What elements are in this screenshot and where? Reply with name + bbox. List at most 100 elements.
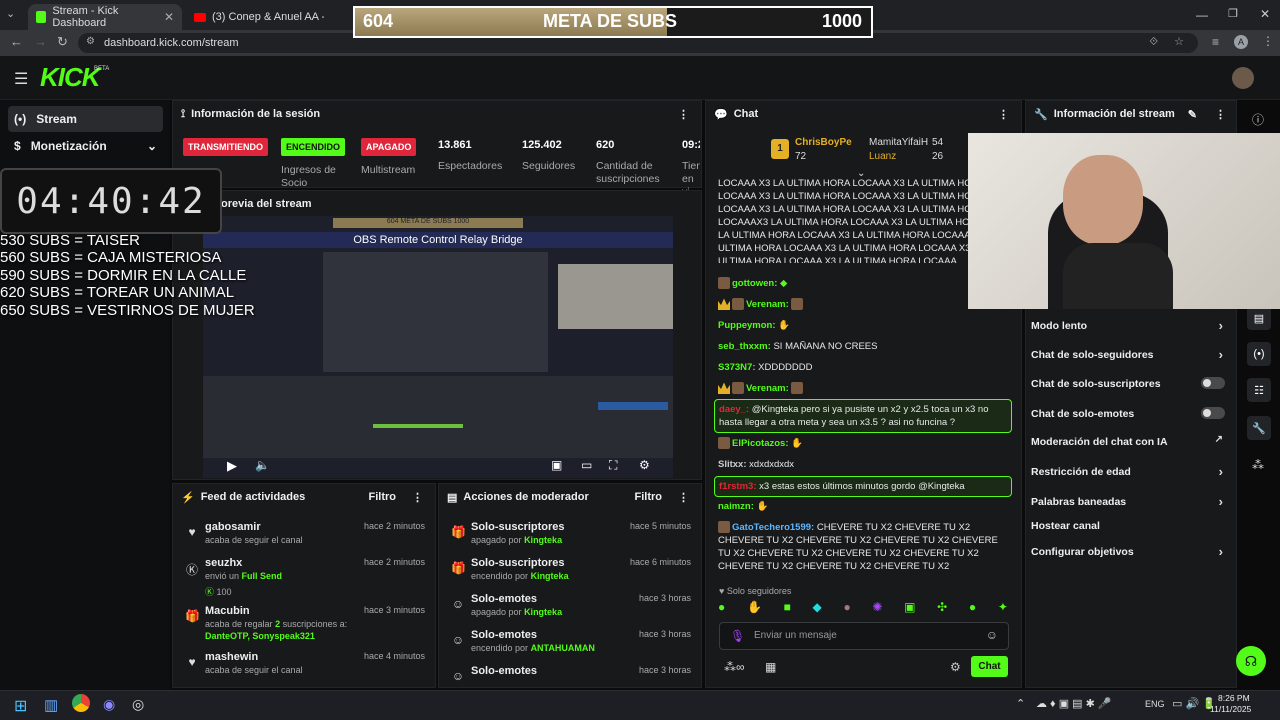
close-window-icon[interactable]: ✕: [1260, 7, 1270, 21]
emote-bar[interactable]: ● ✋ ■ ◆ ● ✺ ▣ ✣ ● ✦: [718, 600, 1008, 616]
setting-subs-only[interactable]: Chat de solo-suscriptores: [1031, 377, 1231, 390]
leader2-name[interactable]: MamitaYifaiH: [869, 137, 928, 148]
hamburger-menu-icon[interactable]: ☰: [14, 69, 28, 89]
kick-header: [0, 56, 1280, 100]
rail-mod-icon[interactable]: ☷: [1247, 378, 1271, 402]
feed-user[interactable]: seuzhx: [205, 557, 242, 569]
feed-user[interactable]: mashewin: [205, 651, 258, 663]
volume-icon[interactable]: 🔈: [255, 458, 270, 472]
taskbar-date[interactable]: 11/11/2025: [1210, 704, 1251, 714]
setting-slow-mode[interactable]: Modo lento ›: [1031, 318, 1231, 333]
mini-subs-bar: 604 META DE SUBS 1000: [333, 218, 523, 228]
followers-label: Seguidores: [522, 160, 576, 172]
mod-header: ▤ Acciones de moderador Filtro ⋮: [439, 484, 701, 510]
forward-icon[interactable]: →: [34, 34, 47, 49]
obs-icon[interactable]: ◎: [132, 696, 144, 713]
reload-icon[interactable]: ↻: [57, 34, 68, 50]
support-chat-button[interactable]: ☊: [1236, 646, 1266, 676]
kebab-menu-icon[interactable]: ⋮: [678, 491, 689, 504]
bookmark-star-icon[interactable]: ☆: [1174, 35, 1184, 48]
fullscreen-icon[interactable]: ⛶: [609, 458, 617, 473]
feed-user[interactable]: gabosamir: [205, 521, 261, 533]
language-indicator[interactable]: ENG: [1145, 699, 1165, 709]
tray-apps-icon[interactable]: ☁ ♦ ▣ ▤ ✱ 🎤: [1036, 697, 1112, 710]
tab-kick-dashboard[interactable]: Stream - Kick Dashboard ✕: [28, 4, 182, 30]
kick-logo[interactable]: KICK: [40, 62, 101, 93]
play-icon[interactable]: ▶: [227, 458, 237, 474]
theater-icon[interactable]: ▭: [581, 458, 592, 472]
setting-goals[interactable]: Configurar objetivos ›: [1031, 544, 1231, 559]
setting-followers-only[interactable]: Chat de solo-seguidores ›: [1031, 347, 1231, 362]
rail-tools-icon[interactable]: 🔧: [1247, 416, 1271, 440]
feed-time: hace 3 minutos: [363, 605, 425, 615]
discord-icon[interactable]: ◉: [103, 696, 115, 713]
sidebar-item-stream[interactable]: (•) Stream: [8, 106, 163, 132]
chat-message: Slitxx: xdxdxdxdx: [718, 459, 795, 470]
edit-pencil-icon[interactable]: ✎: [1188, 108, 1197, 121]
sidebar-item-label: Stream: [36, 112, 77, 126]
minimize-icon[interactable]: —: [1196, 8, 1208, 22]
mod-action-name: Solo-emotes: [471, 629, 538, 641]
chat-input[interactable]: 🎙 Enviar un mensaje ☺: [719, 622, 1009, 650]
send-chat-button[interactable]: Chat: [971, 656, 1008, 677]
tray-chevron-icon[interactable]: ⌃: [1016, 697, 1025, 710]
feed-desc: acaba de regalar 2 suscripciones a:: [205, 619, 348, 629]
radio-icon: (•): [14, 112, 27, 126]
kebab-menu-icon[interactable]: ⋮: [1215, 108, 1226, 121]
leader3-name[interactable]: Luanz: [869, 151, 896, 162]
kebab-menu-icon[interactable]: ⋮: [678, 108, 689, 121]
multistream-badge: APAGADO: [361, 138, 417, 156]
taskbar-time[interactable]: 8:26 PM: [1218, 693, 1250, 703]
emote-icon: ✣: [937, 600, 948, 614]
chat-placeholder: Enviar un mensaje: [754, 630, 837, 641]
dollar-icon: $: [14, 139, 21, 153]
leader-name[interactable]: ChrisBoyPe: [795, 137, 852, 148]
close-icon[interactable]: ✕: [164, 10, 174, 24]
media-control-icon[interactable]: ≡: [1212, 35, 1219, 49]
toggle-switch[interactable]: [1201, 407, 1225, 419]
setting-age-restriction[interactable]: Restricción de edad ›: [1031, 464, 1231, 479]
settings-gear-icon[interactable]: ⚙: [639, 458, 650, 472]
tab-search-icon[interactable]: ⌄: [6, 7, 15, 20]
tab-title: (3) Conep & Anuel AA - Bellaki: [212, 11, 324, 23]
maximize-icon[interactable]: ❐: [1228, 7, 1238, 20]
user-avatar[interactable]: [1232, 67, 1254, 89]
setting-host-channel[interactable]: Hostear canal: [1031, 520, 1231, 532]
profile-avatar-icon[interactable]: A: [1234, 35, 1248, 49]
mod-action-name: Solo-suscriptores: [471, 557, 565, 569]
sidebar-item-monetizacion[interactable]: $ Monetización ⌄: [8, 133, 163, 159]
info-icon[interactable]: ⓘ: [1252, 111, 1264, 128]
stream-video[interactable]: 604 META DE SUBS 1000 OBS Remote Control…: [203, 216, 673, 478]
chat-settings-icon[interactable]: ⚙: [950, 660, 961, 674]
rail-chat-icon[interactable]: ▤: [1247, 306, 1271, 330]
emoji-icon[interactable]: ☺: [986, 628, 998, 642]
chrome-icon[interactable]: [72, 694, 90, 712]
tab-youtube[interactable]: (3) Conep & Anuel AA - Bellaki: [186, 4, 340, 30]
feed-user[interactable]: Macubin: [205, 605, 250, 617]
back-icon[interactable]: ←: [10, 34, 23, 49]
translate-icon[interactable]: ⟐: [1149, 36, 1158, 49]
setting-ai-moderation[interactable]: Moderación del chat con IA ↗: [1031, 434, 1231, 448]
filter-button[interactable]: Filtro: [635, 491, 663, 503]
feed-item: ♥ mashewin hace 4 minutos acaba de segui…: [173, 651, 435, 687]
toggle-switch[interactable]: [1201, 377, 1225, 389]
setting-emotes-only[interactable]: Chat de solo-emotes: [1031, 407, 1231, 420]
browser-menu-icon[interactable]: ⋮: [1262, 34, 1274, 48]
emote-icon: ▣: [904, 600, 916, 614]
kick-extras-icon[interactable]: ⁂∞: [724, 660, 745, 674]
mini-cam: [558, 264, 673, 329]
setting-banned-words[interactable]: Palabras baneadas ›: [1031, 494, 1231, 509]
obs-title: OBS Remote Control Relay Bridge: [203, 232, 673, 248]
microphone-icon[interactable]: 🎙: [730, 629, 745, 643]
chevron-right-icon: ›: [1218, 347, 1223, 362]
filter-button[interactable]: Filtro: [369, 491, 397, 503]
notepad-icon[interactable]: ▥: [44, 696, 58, 714]
windows-start-icon[interactable]: ⊞: [14, 696, 27, 716]
rail-more-icon[interactable]: ⁂: [1252, 458, 1264, 472]
store-icon[interactable]: ▦: [765, 660, 776, 674]
kebab-menu-icon[interactable]: ⋮: [998, 108, 1009, 121]
pip-icon[interactable]: ▣: [551, 458, 562, 472]
kebab-menu-icon[interactable]: ⋮: [412, 491, 423, 504]
rail-broadcast-icon[interactable]: (•): [1247, 342, 1271, 366]
site-info-icon[interactable]: ⚙: [86, 36, 95, 47]
